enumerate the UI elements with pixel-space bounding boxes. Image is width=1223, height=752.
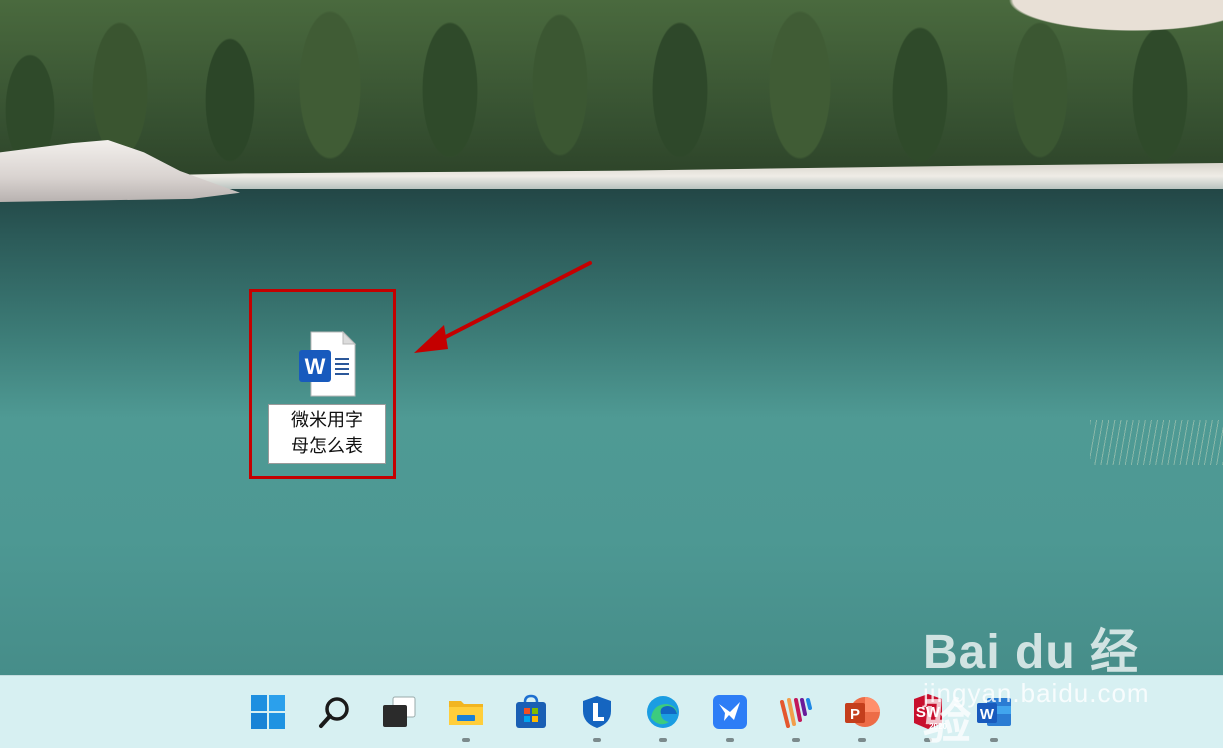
running-indicator: [924, 738, 932, 742]
task-view-icon: [383, 696, 416, 727]
shield-icon: [583, 696, 611, 728]
search-icon: [319, 697, 349, 728]
folder-icon: [449, 701, 483, 725]
taskbar: P SW 2020 W: [0, 675, 1223, 748]
solidworks-text: SW: [916, 704, 941, 721]
running-indicator: [792, 738, 800, 742]
start-button[interactable]: [246, 690, 290, 734]
reeds: [1090, 420, 1223, 465]
powerpoint-button[interactable]: P: [840, 690, 884, 742]
powerpoint-icon: P: [845, 697, 880, 727]
mindmap-app-button[interactable]: [774, 690, 818, 742]
running-indicator: [593, 738, 601, 742]
running-indicator: [659, 738, 667, 742]
microsoft-store-button[interactable]: [509, 690, 553, 734]
word-letter: W: [980, 706, 995, 723]
snowy-hill: [983, 0, 1223, 40]
annotation-arrow: [414, 261, 592, 353]
edge-button[interactable]: [641, 690, 685, 742]
stripes-icon: [780, 698, 812, 728]
feishu-button[interactable]: [708, 690, 752, 742]
windows-logo-icon: [251, 695, 285, 729]
word-icon: W: [977, 698, 1011, 726]
bird-icon: [713, 695, 747, 729]
search-button[interactable]: [312, 690, 356, 734]
annotation-highlight-box: [249, 289, 396, 479]
solidworks-button[interactable]: SW 2020: [906, 690, 950, 742]
solidworks-version: 2020: [929, 722, 947, 731]
edge-icon: [647, 696, 679, 728]
running-indicator: [726, 738, 734, 742]
running-indicator: [462, 738, 470, 742]
running-indicator: [990, 738, 998, 742]
store-icon: [516, 694, 546, 728]
word-button[interactable]: W: [972, 690, 1016, 742]
running-indicator: [858, 738, 866, 742]
solidworks-icon: SW 2020: [914, 694, 947, 731]
powerpoint-letter: P: [850, 706, 860, 723]
desktop-wallpaper: W 微米用字 母怎么表: [0, 0, 1223, 675]
security-app-button[interactable]: [575, 690, 619, 742]
file-explorer-button[interactable]: [444, 690, 488, 742]
task-view-button[interactable]: [377, 690, 421, 734]
